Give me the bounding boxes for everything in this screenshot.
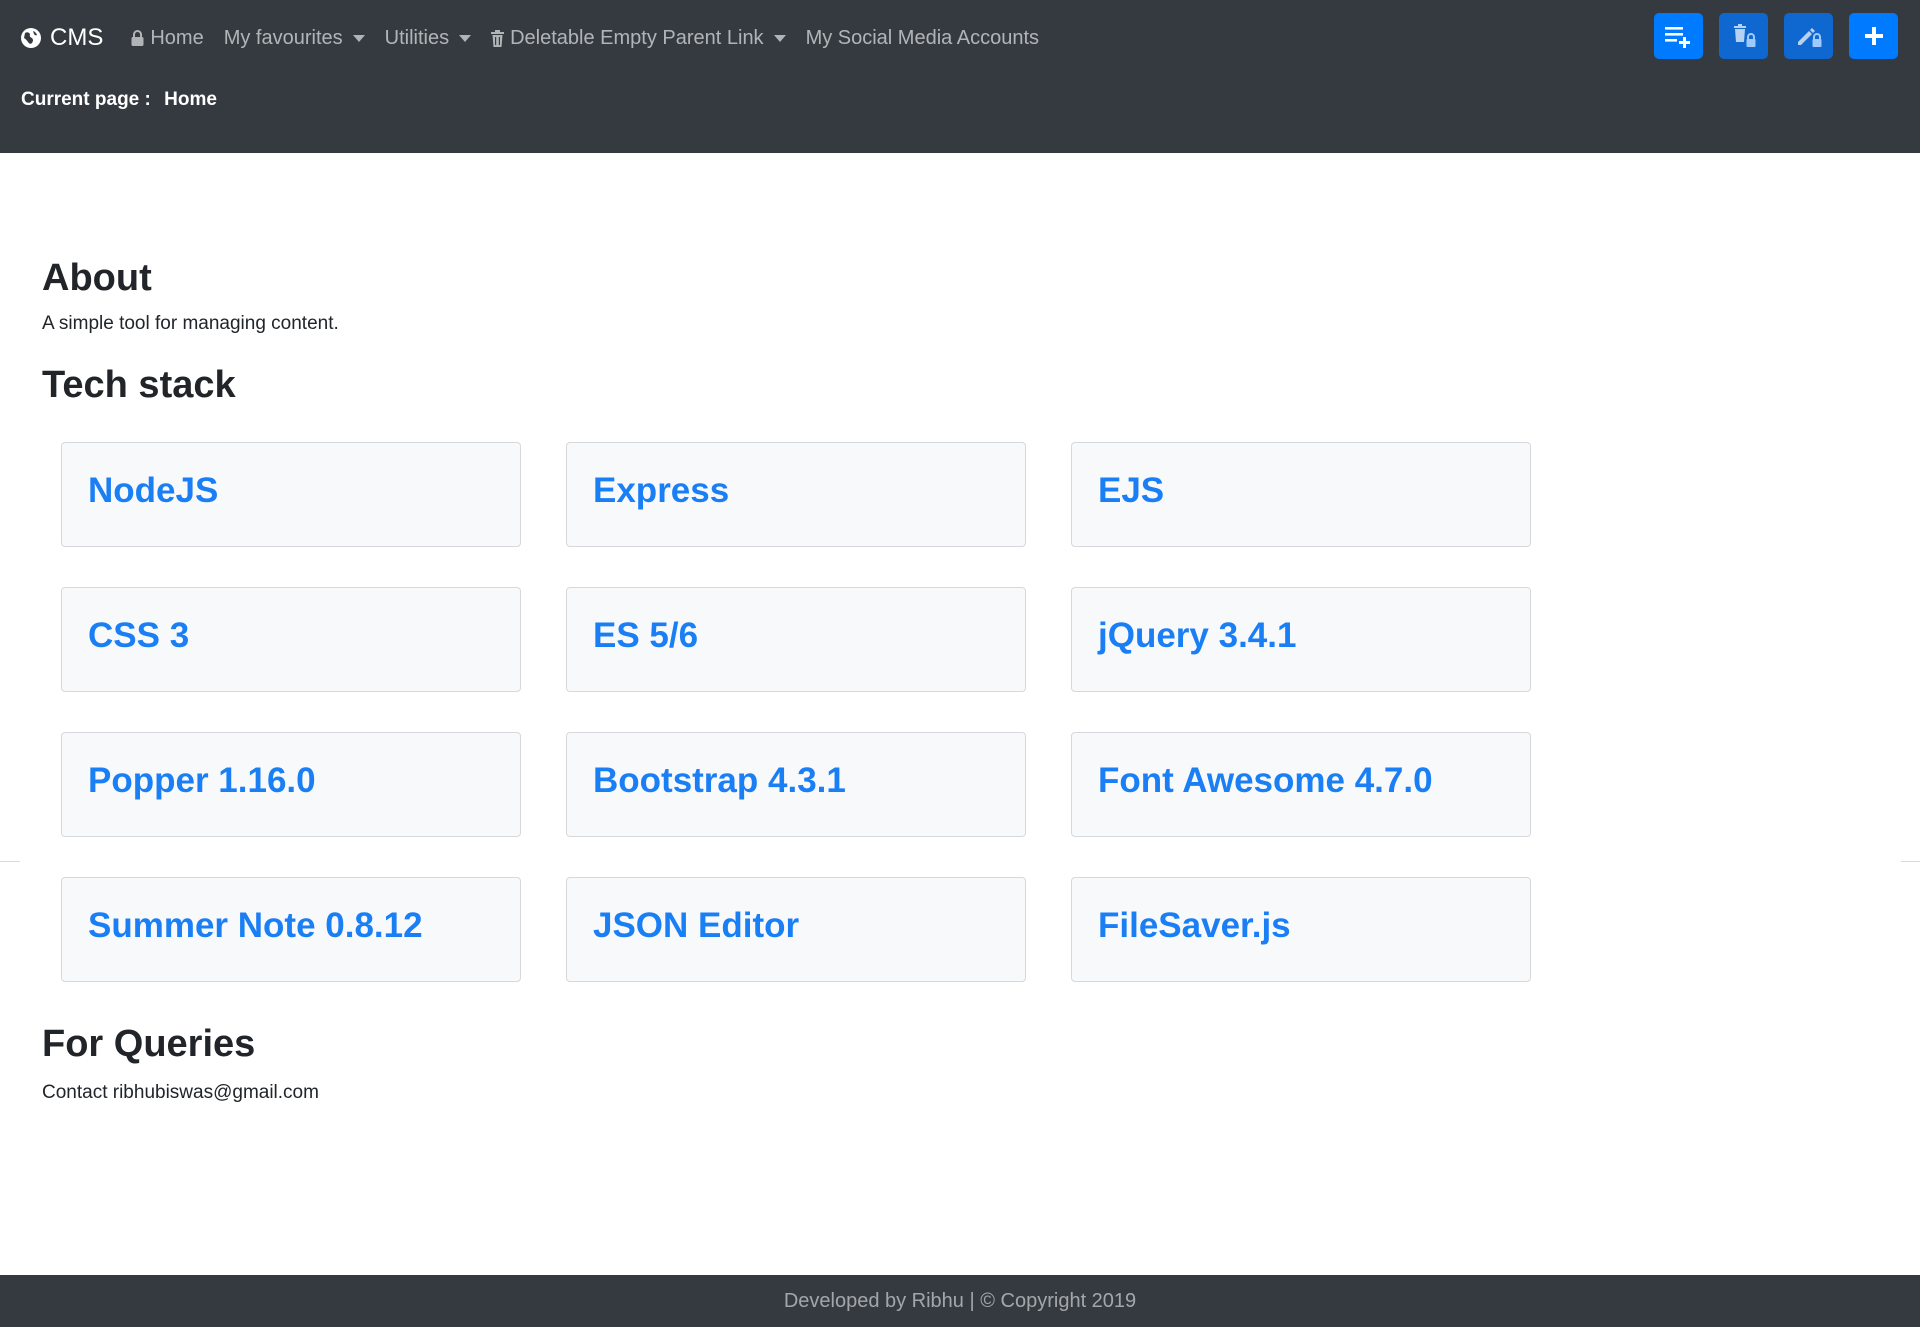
tech-card[interactable]: NodeJS — [61, 441, 521, 547]
pencil-lock-icon — [1797, 28, 1821, 47]
trash-lock-icon — [1733, 24, 1755, 47]
caret-down-icon — [773, 34, 786, 42]
top-navbar: CMS Home My favourites Utilities Deletab… — [0, 0, 1920, 153]
tech-card[interactable]: JSON Editor — [566, 876, 1026, 982]
caret-down-icon — [459, 34, 472, 42]
tech-card-label: Popper 1.16.0 — [88, 761, 316, 801]
tech-card[interactable]: Bootstrap 4.3.1 — [566, 731, 1026, 837]
brand-label: CMS — [50, 24, 104, 51]
brand-link[interactable]: CMS — [20, 24, 103, 52]
tech-card-label: EJS — [1098, 471, 1165, 511]
globe-icon — [21, 28, 41, 48]
tech-card[interactable]: ES 5/6 — [566, 586, 1026, 692]
nav-dropdown-favourites[interactable]: My favourites — [224, 27, 365, 50]
divider — [0, 861, 20, 862]
nav-dropdown-favourites-label: My favourites — [223, 26, 343, 49]
divider — [1901, 861, 1920, 862]
nav-dropdown-deletable[interactable]: Deletable Empty Parent Link — [491, 26, 786, 50]
plus-icon — [1864, 27, 1883, 45]
queries-heading: For Queries — [42, 1022, 256, 1065]
tech-card-label: CSS 3 — [88, 616, 190, 656]
tech-card[interactable]: EJS — [1071, 441, 1531, 547]
nav-link-home-label: Home — [150, 26, 204, 49]
footer: Developed by Ribhu | © Copyright 2019 — [0, 1275, 1920, 1327]
tech-card-label: FileSaver.js — [1098, 906, 1291, 946]
footer-text: Developed by Ribhu | © Copyright 2019 — [783, 1289, 1137, 1312]
add-page-button[interactable] — [1654, 13, 1703, 59]
tech-card-label: JSON Editor — [593, 906, 800, 946]
tech-card-label: jQuery 3.4.1 — [1098, 616, 1297, 656]
about-heading: About — [42, 257, 152, 299]
tech-card-label: Express — [593, 471, 730, 511]
nav-link-social-media-label: My Social Media Accounts — [805, 26, 1039, 49]
action-buttons — [1638, 13, 1898, 59]
nav-dropdown-utilities-label: Utilities — [384, 26, 450, 49]
main-content: About A simple tool for managing content… — [42, 250, 1542, 1107]
current-page-indicator: Current page : Home — [21, 89, 217, 111]
tech-card-label: NodeJS — [88, 471, 219, 511]
tech-card-label: Font Awesome 4.7.0 — [1098, 761, 1433, 801]
edit-locked-button[interactable] — [1784, 13, 1833, 59]
tech-stack-grid: NodeJS Express EJS CSS 3 ES 5/6 jQuery 3… — [61, 441, 1542, 982]
delete-locked-button[interactable] — [1719, 13, 1768, 59]
tech-card[interactable]: Summer Note 0.8.12 — [61, 876, 521, 982]
tech-card[interactable]: Font Awesome 4.7.0 — [1071, 731, 1531, 837]
current-page-value: Home — [164, 89, 217, 110]
tech-card[interactable]: jQuery 3.4.1 — [1071, 586, 1531, 692]
about-text: A simple tool for managing content. — [42, 312, 339, 334]
nav-link-home[interactable]: Home — [131, 26, 204, 50]
nav-bar: CMS Home My favourites Utilities Deletab… — [20, 18, 1059, 58]
lock-icon — [131, 30, 144, 46]
tech-card-label: Summer Note 0.8.12 — [88, 906, 423, 946]
current-page-label: Current page : — [21, 89, 151, 110]
list-plus-icon — [1664, 27, 1690, 48]
tech-stack-heading: Tech stack — [42, 364, 236, 407]
tech-card[interactable]: Popper 1.16.0 — [61, 731, 521, 837]
tech-card-label: ES 5/6 — [593, 616, 699, 656]
add-button[interactable] — [1849, 13, 1898, 59]
tech-card[interactable]: Express — [566, 441, 1026, 547]
caret-down-icon — [352, 34, 365, 42]
nav-link-social-media[interactable]: My Social Media Accounts — [806, 27, 1039, 50]
nav-dropdown-deletable-label: Deletable Empty Parent Link — [510, 26, 764, 49]
trash-icon — [491, 29, 505, 47]
contact-text: Contact ribhubiswas@gmail.com — [42, 1082, 319, 1104]
tech-card[interactable]: CSS 3 — [61, 586, 521, 692]
tech-card[interactable]: FileSaver.js — [1071, 876, 1531, 982]
nav-dropdown-utilities[interactable]: Utilities — [384, 26, 472, 50]
tech-card-label: Bootstrap 4.3.1 — [593, 761, 846, 801]
